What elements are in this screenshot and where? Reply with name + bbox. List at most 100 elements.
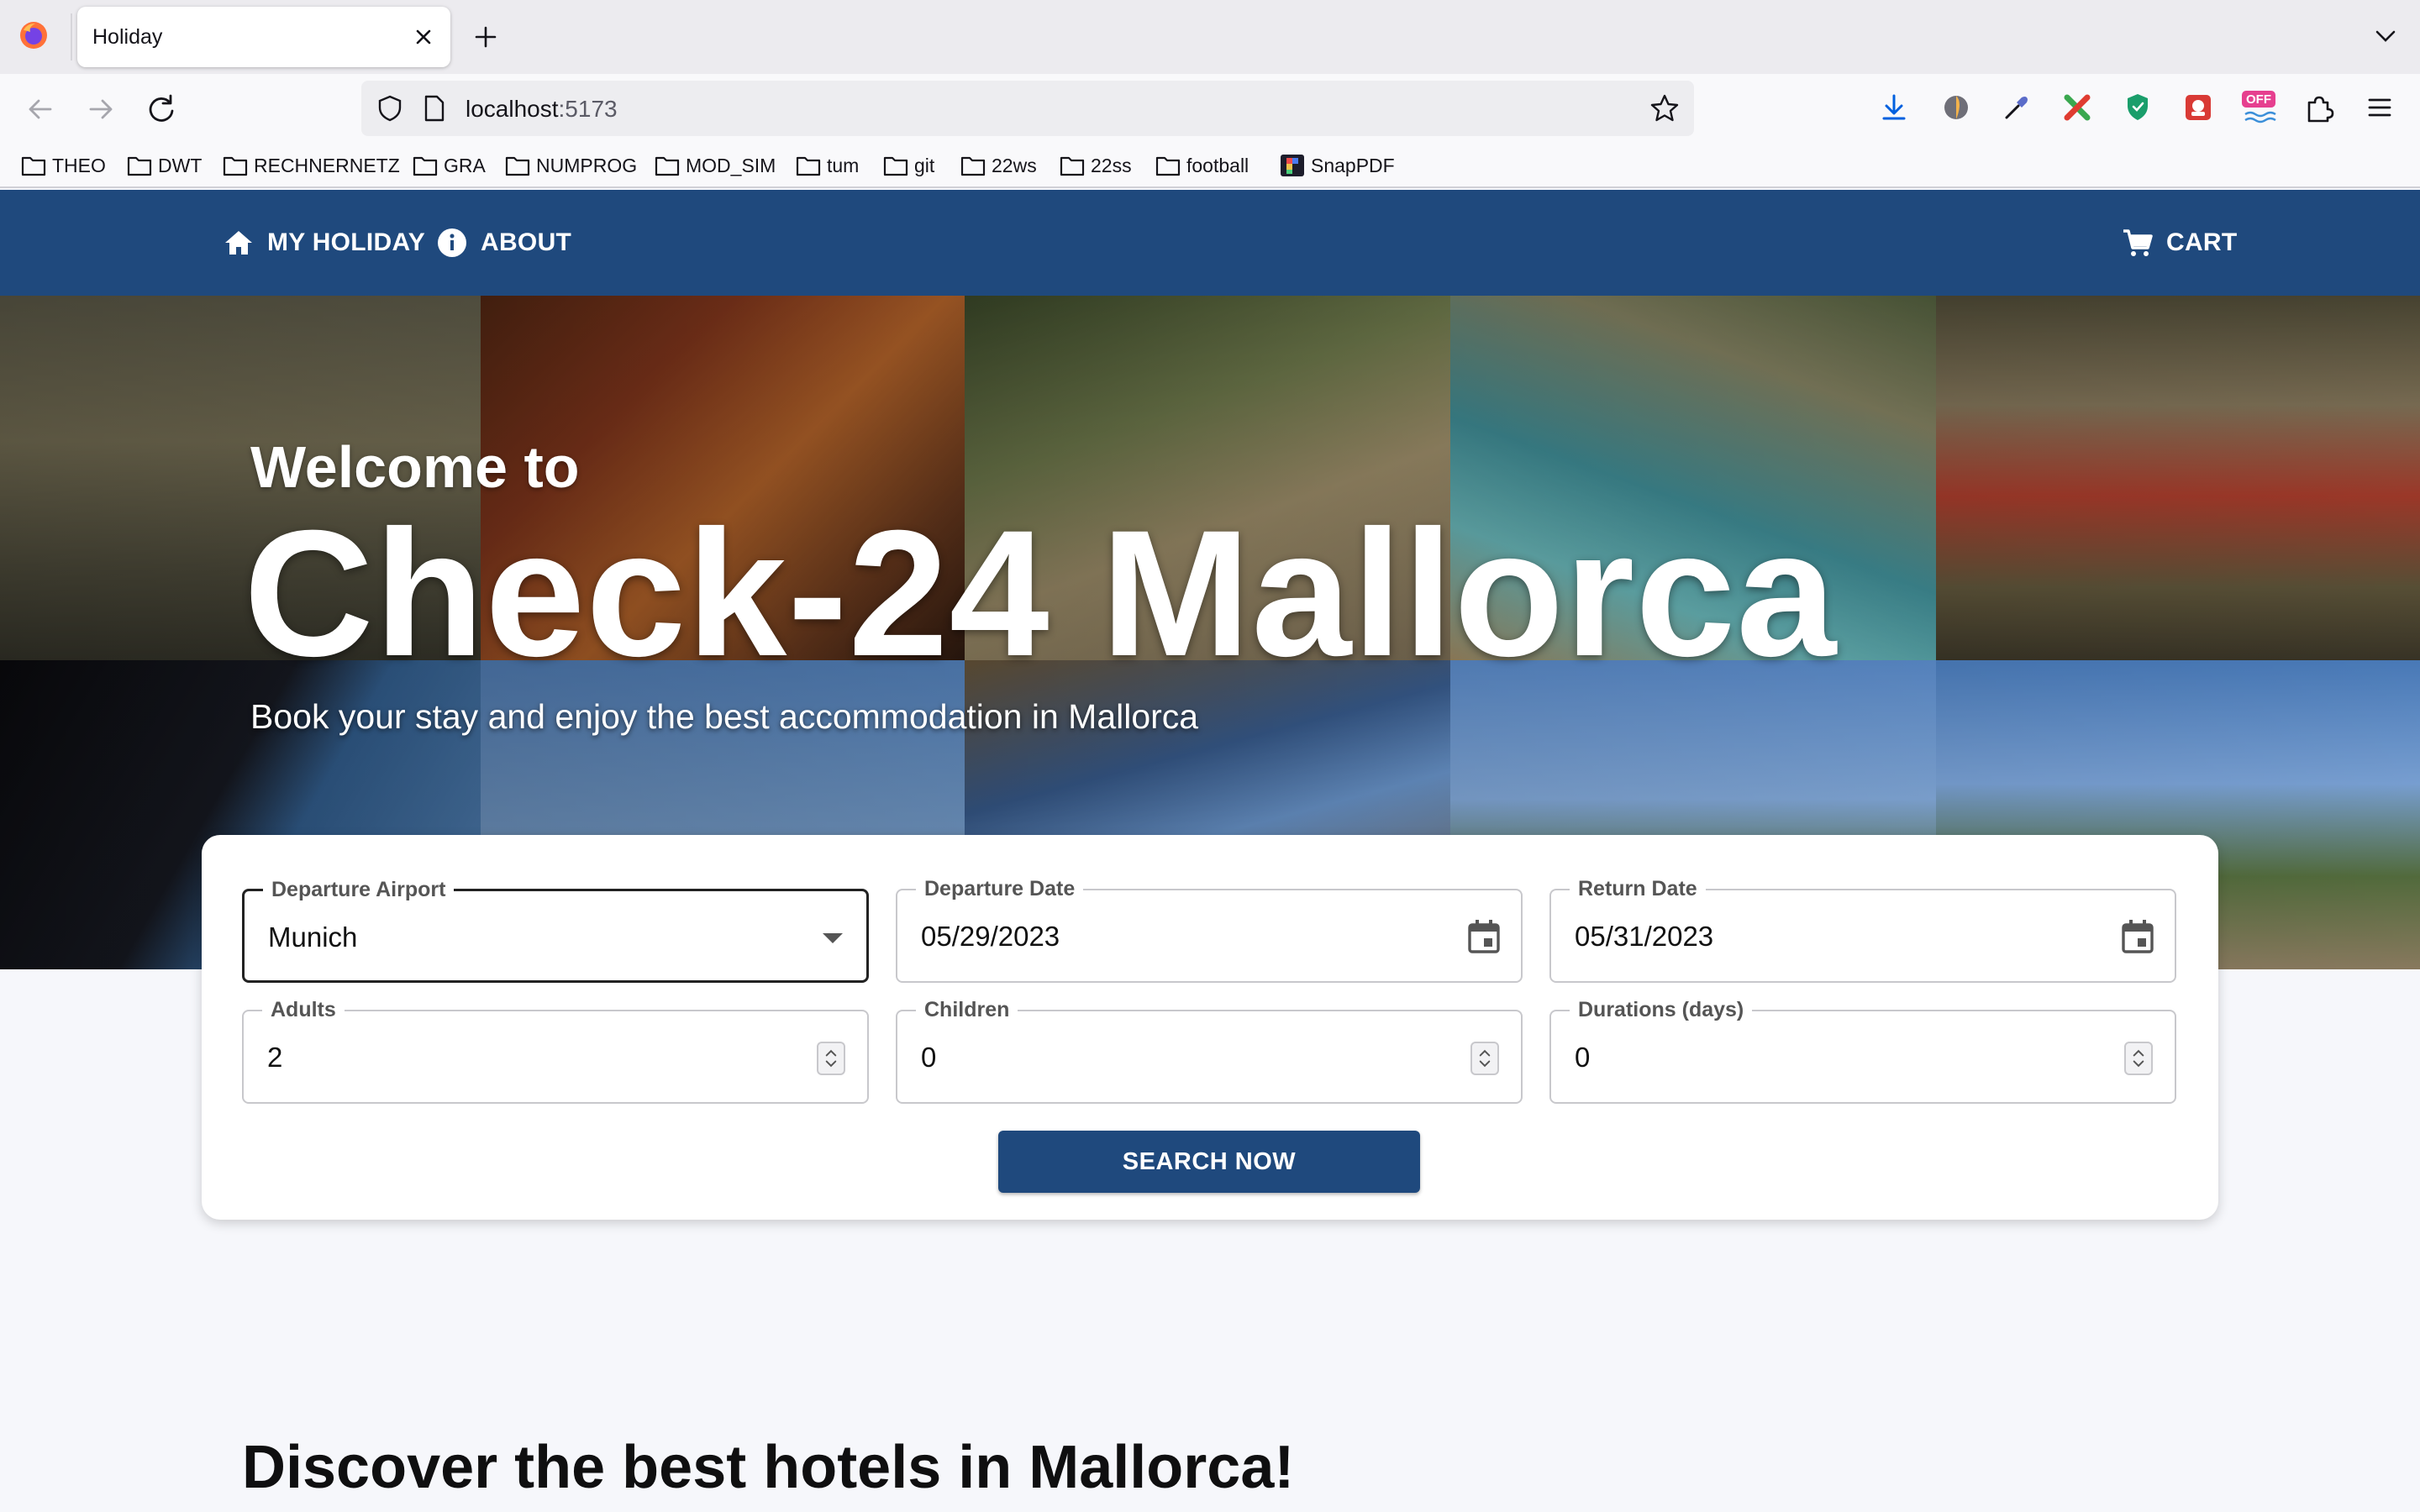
- bookmark-folder[interactable]: DWT: [126, 150, 202, 181]
- bookmark-link[interactable]: SnapPDF: [1279, 150, 1395, 181]
- bookmark-label: SnapPDF: [1311, 154, 1395, 176]
- reload-icon[interactable]: [141, 89, 182, 129]
- bookmark-folder[interactable]: MOD_SIM: [654, 150, 776, 181]
- duration-field[interactable]: Durations (days) 0: [1549, 998, 2176, 1104]
- departure-date-label: Departure Date: [916, 877, 1084, 901]
- folder-icon: [796, 156, 821, 176]
- departure-airport-select[interactable]: Departure Airport Munich: [242, 878, 869, 983]
- folder-icon: [223, 156, 248, 176]
- folder-icon: [505, 156, 530, 176]
- extension-globe-icon[interactable]: [1938, 89, 1975, 126]
- bookmark-folder[interactable]: football: [1155, 150, 1249, 181]
- bookmark-folder[interactable]: RECHNERNETZ: [222, 150, 400, 181]
- folder-icon: [655, 156, 680, 176]
- extension-off-badge: OFF: [2246, 92, 2271, 107]
- info-icon: [438, 228, 466, 257]
- number-stepper-icon[interactable]: [1470, 1042, 1499, 1075]
- children-field[interactable]: Children 0: [896, 998, 1523, 1104]
- duration-label: Durations (days): [1570, 998, 1753, 1022]
- hero-title: Check-24 Mallorca: [244, 493, 1838, 694]
- search-now-button[interactable]: SEARCH NOW: [998, 1131, 1420, 1193]
- bookmark-folder[interactable]: GRA: [412, 150, 486, 181]
- extension-x-icon[interactable]: [2059, 89, 2096, 126]
- url-bar[interactable]: localhost:5173: [361, 81, 1694, 136]
- bookmark-label: MOD_SIM: [686, 154, 776, 176]
- nav-about-label: ABOUT: [481, 228, 572, 256]
- app-navbar: MY HOLIDAY ABOUT CART: [0, 190, 2420, 296]
- calendar-icon[interactable]: [1465, 917, 1502, 956]
- browser-tab[interactable]: Holiday: [77, 7, 450, 67]
- bookmark-label: 22ss: [1091, 154, 1132, 176]
- hero-subtitle: Book your stay and enjoy the best accomm…: [250, 697, 1199, 736]
- url-text[interactable]: localhost:5173: [466, 96, 618, 123]
- menu-icon[interactable]: [2361, 89, 2398, 126]
- bookmark-label: git: [914, 154, 935, 176]
- duration-value: 0: [1575, 1042, 1591, 1073]
- nav-cart[interactable]: CART: [2121, 190, 2238, 296]
- chevron-down-icon[interactable]: [2371, 22, 2400, 50]
- new-tab-icon[interactable]: [469, 20, 502, 54]
- firefox-icon[interactable]: [18, 20, 49, 50]
- search-card: Departure Airport Munich Departure Date …: [202, 835, 2218, 1220]
- departure-airport-value: Munich: [268, 921, 358, 953]
- bookmark-label: THEO: [52, 154, 106, 176]
- bookmark-folder[interactable]: git: [882, 150, 934, 181]
- bookmark-label: 22ws: [992, 154, 1037, 176]
- return-date-label: Return Date: [1570, 877, 1706, 901]
- folder-icon: [1060, 156, 1085, 176]
- back-icon[interactable]: [20, 89, 60, 129]
- number-stepper-icon[interactable]: [817, 1042, 845, 1075]
- extensions-puzzle-icon[interactable]: [2301, 89, 2338, 126]
- return-date-value: 05/31/2023: [1575, 921, 1714, 952]
- shield-icon[interactable]: [375, 93, 405, 123]
- departure-airport-label: Departure Airport: [263, 878, 455, 902]
- folder-icon: [127, 156, 152, 176]
- departure-date-value: 05/29/2023: [921, 921, 1060, 952]
- url-port: :5173: [558, 96, 618, 122]
- eyedropper-icon[interactable]: [1998, 89, 2035, 126]
- children-value: 0: [921, 1042, 937, 1073]
- bookmark-star-icon[interactable]: [1649, 92, 1681, 124]
- download-icon[interactable]: [1876, 89, 1912, 126]
- snappdf-icon: [1281, 155, 1304, 176]
- cart-icon: [2123, 229, 2153, 256]
- number-stepper-icon[interactable]: [2124, 1042, 2153, 1075]
- nav-about[interactable]: ABOUT: [435, 190, 571, 296]
- bookmark-folder[interactable]: tum: [795, 150, 859, 181]
- folder-icon: [21, 156, 46, 176]
- bookmark-label: DWT: [158, 154, 203, 176]
- browser-navigation-bar: localhost:5173 OFF: [0, 74, 2420, 144]
- tab-separator: [71, 13, 72, 60]
- bookmark-folder[interactable]: NUMPROG: [504, 150, 637, 181]
- extension-red-icon[interactable]: [2180, 89, 2217, 126]
- close-icon[interactable]: [408, 22, 439, 52]
- departure-date-field[interactable]: Departure Date 05/29/2023: [896, 877, 1523, 983]
- dropdown-arrow-icon[interactable]: [823, 933, 843, 943]
- nav-my-holiday-label: MY HOLIDAY: [267, 228, 426, 256]
- bookmark-label: tum: [827, 154, 860, 176]
- adults-value: 2: [267, 1042, 283, 1073]
- calendar-icon[interactable]: [2119, 917, 2156, 956]
- return-date-field[interactable]: Return Date 05/31/2023: [1549, 877, 2176, 983]
- bookmark-folder[interactable]: 22ws: [960, 150, 1037, 181]
- hero-welcome: Welcome to: [250, 434, 580, 500]
- bookmark-label: NUMPROG: [536, 154, 638, 176]
- bookmark-folder[interactable]: 22ss: [1059, 150, 1132, 181]
- folder-icon: [960, 156, 986, 176]
- folder-icon: [883, 156, 908, 176]
- page-icon[interactable]: [420, 94, 447, 123]
- bookmark-folder[interactable]: THEO: [20, 150, 106, 181]
- extension-off-icon[interactable]: OFF: [2240, 89, 2277, 126]
- adults-label: Adults: [262, 998, 345, 1022]
- shield-extension-icon[interactable]: [2119, 89, 2156, 126]
- forward-icon[interactable]: [81, 89, 121, 129]
- children-label: Children: [916, 998, 1018, 1022]
- nav-my-holiday[interactable]: MY HOLIDAY: [222, 190, 425, 296]
- bookmark-label: football: [1186, 154, 1249, 176]
- bookmark-label: RECHNERNETZ: [254, 154, 400, 176]
- folder-icon: [1155, 156, 1181, 176]
- browser-tab-bar: Holiday: [0, 0, 2420, 74]
- bookmark-label: GRA: [444, 154, 486, 176]
- adults-field[interactable]: Adults 2: [242, 998, 869, 1104]
- tab-title: Holiday: [92, 25, 163, 49]
